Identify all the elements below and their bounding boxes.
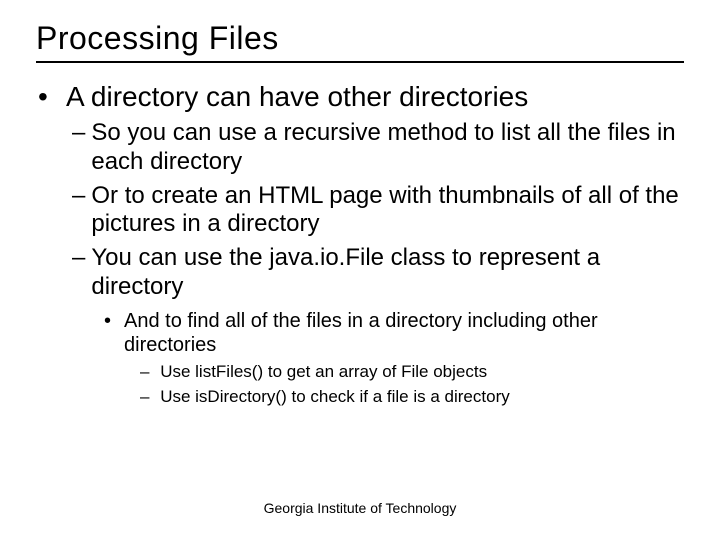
footer-text: Georgia Institute of Technology — [0, 500, 720, 516]
bullet-text: A directory can have other directories — [66, 81, 528, 113]
dash-icon: – — [72, 119, 91, 147]
dash-icon: – — [72, 182, 91, 210]
sub3-text: Use isDirectory() to check if a file is … — [160, 386, 510, 407]
bullet-level1: • A directory can have other directories — [36, 81, 684, 113]
slide-title: Processing Files — [0, 0, 720, 61]
sub3-text: Use listFiles() to get an array of File … — [160, 361, 487, 382]
bullet-level4: – Use listFiles() to get an array of Fil… — [140, 361, 684, 382]
dash-icon: – — [140, 361, 160, 382]
dash-icon: – — [72, 244, 91, 272]
sub1-text: Or to create an HTML page with thumbnail… — [91, 182, 684, 239]
bullet-dot-icon: • — [36, 81, 66, 113]
bullet-level2: – You can use the java.io.File class to … — [72, 244, 684, 301]
dash-icon: – — [140, 386, 160, 407]
bullet-level4: – Use isDirectory() to check if a file i… — [140, 386, 684, 407]
sub2-text: And to find all of the files in a direct… — [124, 309, 684, 357]
bullet-level2: – Or to create an HTML page with thumbna… — [72, 182, 684, 239]
sub1-text: You can use the java.io.File class to re… — [91, 244, 684, 301]
slide-content: • A directory can have other directories… — [0, 63, 720, 408]
bullet-level2: – So you can use a recursive method to l… — [72, 119, 684, 176]
bullet-level3: • And to find all of the files in a dire… — [104, 309, 684, 357]
sub1-text: So you can use a recursive method to lis… — [91, 119, 684, 176]
bullet-dot-icon: • — [104, 309, 124, 333]
